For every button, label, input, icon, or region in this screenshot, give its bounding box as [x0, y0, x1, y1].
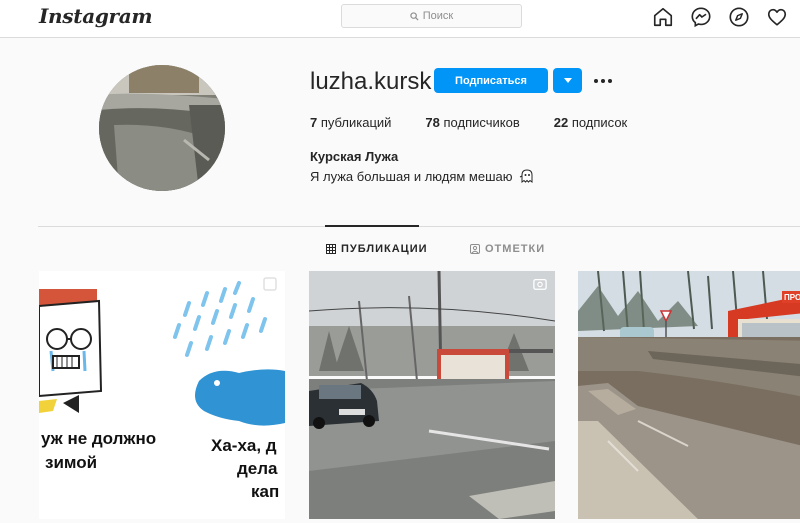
instagram-logo[interactable]: Instagram — [39, 4, 153, 28]
ghost-emoji-icon — [519, 169, 533, 183]
post-thumbnail-1[interactable]: уж не должно зимой Ха-ха, д дела кап — [39, 271, 285, 519]
active-tab-indicator — [325, 225, 419, 227]
home-icon[interactable] — [652, 6, 674, 28]
top-nav-bar: Instagram Поиск — [0, 0, 800, 38]
meme-caption-left-2: зимой — [45, 453, 97, 472]
search-icon — [410, 11, 419, 21]
profile-stats: 7 публикаций 78 подписчиков 22 подписок — [310, 115, 661, 130]
chevron-down-icon — [563, 77, 572, 83]
video-icon — [533, 278, 547, 290]
follow-button[interactable]: Подписаться — [434, 68, 548, 93]
followers-stat[interactable]: 78 подписчиков — [425, 115, 519, 130]
search-placeholder: Поиск — [422, 10, 454, 22]
kiosk-sign-text: ПРОДУК — [784, 293, 800, 302]
meme-image: уж не должно зимой Ха-ха, д дела кап — [39, 271, 285, 519]
profile-full-name: Курская Лужа — [310, 149, 399, 164]
profile-avatar[interactable] — [99, 65, 225, 191]
following-count: 22 — [553, 115, 569, 130]
meme-caption-right-3: кап — [251, 482, 279, 501]
more-options-button[interactable] — [593, 70, 617, 90]
followers-label: подписчиков — [439, 115, 520, 130]
following-label: подписок — [568, 115, 628, 130]
post-thumbnail-2[interactable] — [309, 271, 555, 519]
bio-text: Я лужа большая и людям мешаю — [310, 169, 513, 184]
explore-icon[interactable] — [728, 6, 750, 28]
street-flood-image — [309, 271, 555, 519]
search-input[interactable]: Поиск — [341, 4, 522, 28]
tab-tagged-label: ОТМЕТКИ — [485, 243, 546, 255]
tab-tagged[interactable]: ОТМЕТКИ — [470, 243, 545, 255]
following-stat[interactable]: 22 подписок — [554, 115, 628, 130]
post-thumbnail-3[interactable]: ПРОДУК — [578, 271, 800, 519]
heart-icon[interactable] — [766, 6, 788, 28]
profile-username: luzha.kursk — [310, 68, 432, 95]
meme-caption-left-1: уж не должно — [41, 429, 156, 448]
tagged-icon — [470, 244, 480, 254]
meme-caption-right-2: дела — [237, 459, 278, 478]
meme-caption-right-1: Ха-ха, д — [211, 436, 277, 455]
suggestions-dropdown-button[interactable] — [553, 68, 582, 93]
posts-label: публикаций — [317, 115, 392, 130]
profile-bio: Я лужа большая и людям мешаю — [310, 169, 534, 184]
messenger-icon[interactable] — [690, 6, 712, 28]
nav-icons — [652, 6, 788, 28]
tab-posts-label: ПУБЛИКАЦИИ — [341, 243, 428, 255]
bus-stop-flood-image: ПРОДУК — [578, 271, 800, 519]
multiple-posts-icon — [263, 277, 277, 291]
grid-icon — [326, 244, 336, 254]
more-dots-icon — [594, 79, 612, 83]
followers-count: 78 — [425, 115, 440, 130]
posts-count-stat: 7 публикаций — [310, 115, 391, 130]
tab-posts[interactable]: ПУБЛИКАЦИИ — [326, 243, 428, 255]
tabs-divider — [38, 226, 800, 227]
